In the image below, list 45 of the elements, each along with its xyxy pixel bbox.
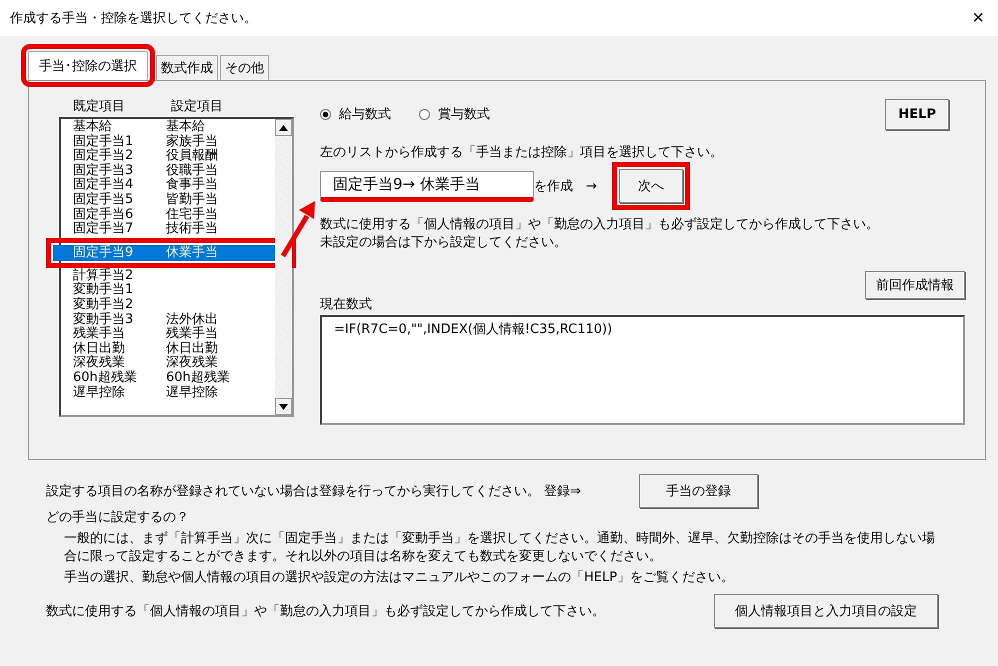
note-text: 未設定の場合は下から設定してください。: [320, 234, 568, 251]
list-item[interactable]: 基本給 基本給: [61, 120, 275, 135]
list-item[interactable]: 変動手当1: [61, 283, 275, 298]
list-item[interactable]: 固定手当3 役職手当: [61, 164, 275, 178]
help-button[interactable]: HELP: [885, 98, 949, 130]
tab[interactable]: その他: [220, 55, 269, 80]
list-item[interactable]: 残業手当 残業手当: [61, 327, 275, 342]
selected-item-field[interactable]: 固定手当9→ 休業手当: [320, 170, 534, 202]
note-text: 数式に使用する「個人情報の項目」や「勤怠の入力項目」も必ず設定してから作成して下さい。: [320, 216, 880, 233]
list-item[interactable]: 変動手当2: [61, 298, 275, 313]
create-label: を作成 →: [534, 178, 597, 195]
list-item[interactable]: 固定手当1 家族手当: [61, 134, 275, 150]
list-item[interactable]: 変動手当3 法外休出: [61, 312, 275, 328]
tab[interactable]: 数式作成: [156, 55, 218, 80]
formula-label: 現在数式: [320, 296, 373, 313]
list-item[interactable]: 固定手当4 食事手当: [61, 178, 275, 193]
scrollbar[interactable]: [275, 119, 292, 415]
formula-field[interactable]: =IF(R7C=0,"",INDEX(個人情報!C35,RC110)): [320, 315, 965, 425]
settings-button[interactable]: 個人情報項目と入力項目の設定: [714, 594, 938, 628]
list-item[interactable]: 固定手当5 皆勤手当: [61, 192, 275, 208]
list-item[interactable]: 計算手当2: [61, 268, 275, 284]
column-header: 既定項目: [73, 98, 125, 115]
faq-title: どの手当に設定するの？: [46, 509, 190, 526]
list-item[interactable]: 60h超残業 60h超残業: [61, 370, 275, 386]
close-button[interactable]: ×: [968, 6, 988, 30]
footer-text: 数式に使用する「個人情報の項目」や「勤怠の入力項目」も必ず設定してから作成して下さい。: [46, 603, 605, 620]
faq-text: 一般的には、まず「計算手当」次に「固定手当」または「変動手当」を選択してください。通勤、時間外、遅早、欠勤控除はその手当を使用しない場合に限って設定することができます。それ以外の項目は名称を変えても数式を変更しないでください。: [63, 530, 936, 565]
scroll-down-icon[interactable]: [275, 398, 292, 415]
faq-text: 手当の選択、勤怠や個人情報の項目の選択や設定の方法はマニュアルやこのフォームの「HELP」をご覧ください。: [63, 569, 736, 586]
scroll-up-icon[interactable]: [275, 119, 292, 136]
list-item[interactable]: 固定手当2 役員報酬: [61, 149, 275, 164]
list-item[interactable]: 深夜残業 深夜残業: [61, 356, 275, 371]
column-header: 設定項目: [171, 98, 223, 115]
window-title: 作成する手当・控除を選択してください。: [10, 10, 257, 27]
list-item[interactable]: 遅早控除 遅早控除: [61, 386, 275, 400]
radio-option[interactable]: 賞与数式: [419, 105, 490, 123]
instruction-text: 左のリストから作成する「手当または控除」項目を選択して下さい。: [320, 144, 724, 161]
list-item[interactable]: 固定手当7 技術手当: [61, 222, 275, 237]
radio-option[interactable]: 給与数式: [320, 105, 391, 123]
list-item[interactable]: 休日出勤 休日出勤: [61, 342, 275, 356]
register-button[interactable]: 手当の登録: [639, 474, 758, 508]
register-text: 設定する項目の名称が登録されていない場合は登録を行ってから実行してください。 登録⇒: [46, 483, 582, 500]
previous-info-button[interactable]: 前回作成情報: [865, 271, 965, 299]
list-item[interactable]: 固定手当6 住宅手当: [61, 208, 275, 222]
annotation-arrow: [280, 200, 316, 258]
